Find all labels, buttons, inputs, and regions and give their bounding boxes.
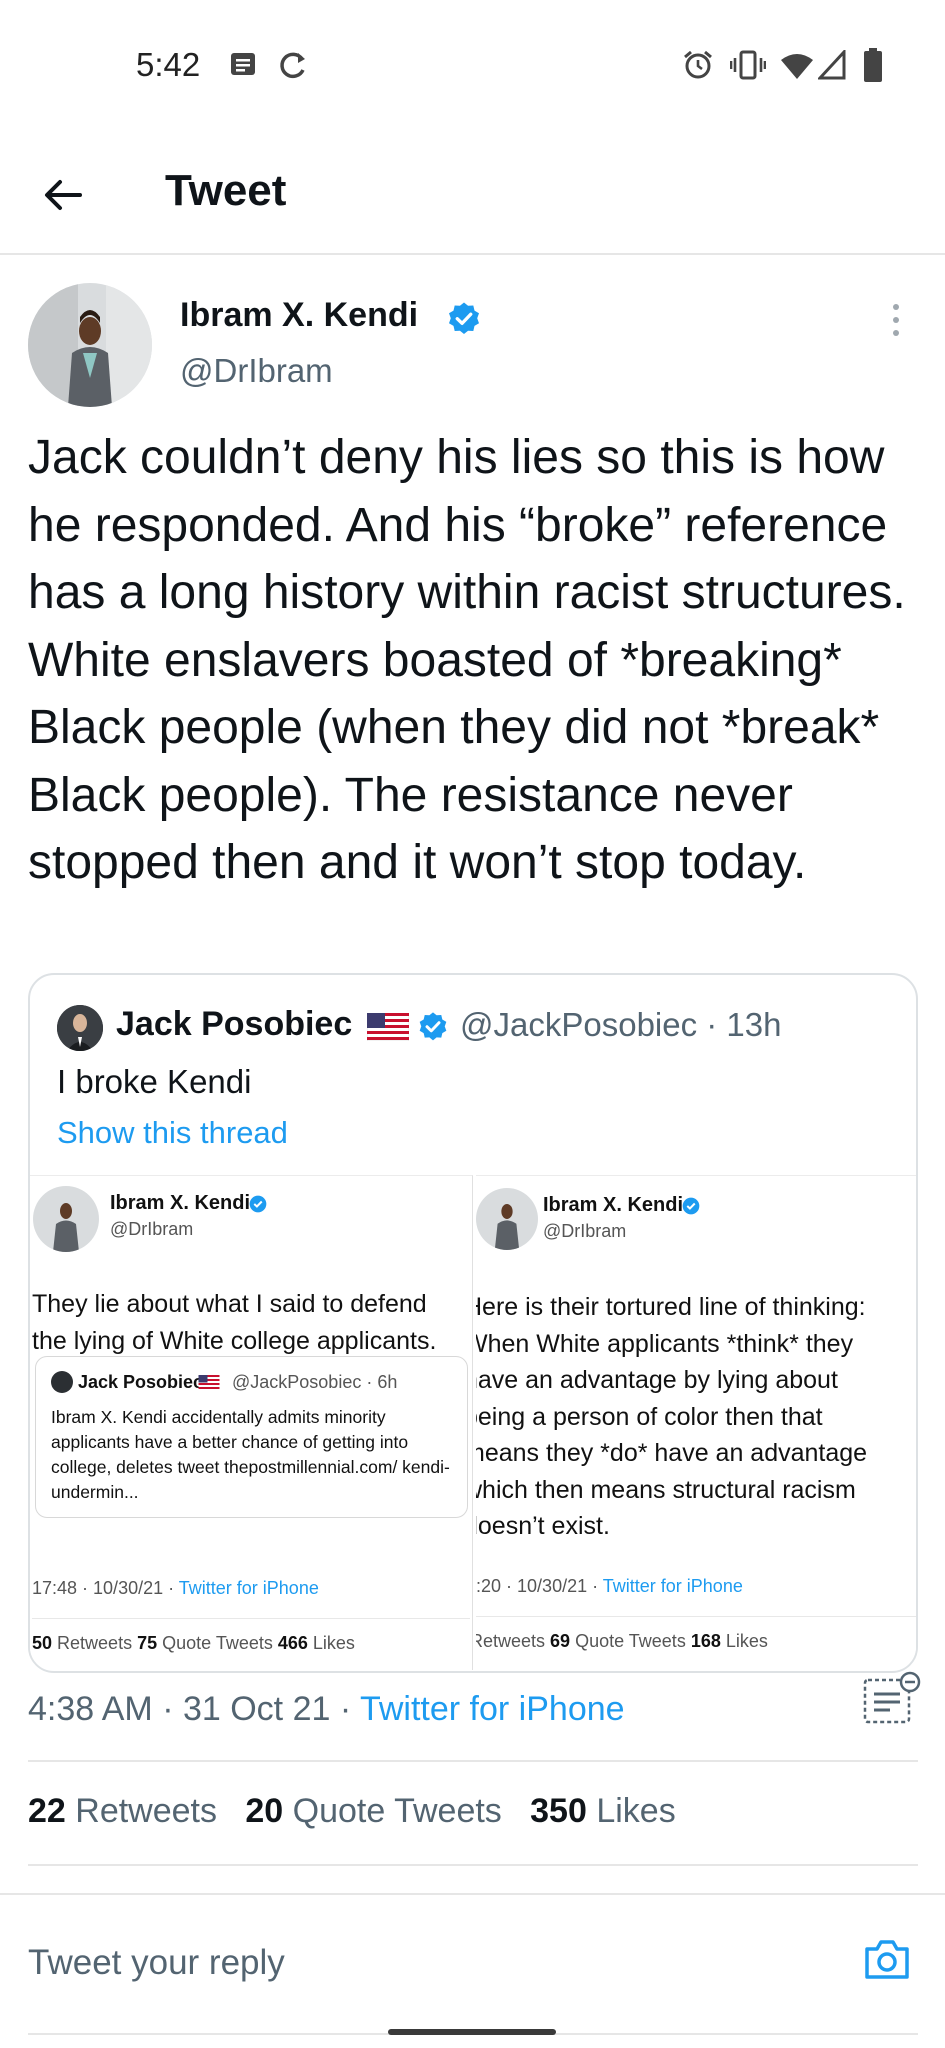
screenshot-author-name: Ibram X. Kendi — [543, 1194, 684, 1216]
screenshot-body-line: When White applicants *think* they — [476, 1329, 854, 1358]
screenshot-body-line: being a person of color then that — [476, 1402, 823, 1431]
screenshot-body-line: doesn’t exist. — [476, 1512, 610, 1540]
timestamp-text: 4:38 AM · 31 Oct 21 · — [28, 1690, 360, 1728]
quoted-author-name: Jack Posobiec — [116, 1005, 353, 1043]
verified-badge-icon — [449, 302, 479, 334]
stat-label: Retweets — [52, 1633, 138, 1653]
wifi-icon — [781, 54, 813, 79]
likes-count[interactable]: 350 Likes — [530, 1792, 676, 1830]
verified-badge-icon — [249, 1195, 267, 1213]
inner-quote-text: Ibram X. Kendi accidentally admits minor… — [51, 1407, 450, 1502]
author-handle[interactable]: @DrIbram — [180, 352, 333, 390]
author-name[interactable]: Ibram X. Kendi — [180, 296, 418, 335]
engagement-stats: 22 Retweets 20 Quote Tweets 350 Likes — [28, 1792, 676, 1831]
inner-quote-name: Jack Posobiec — [78, 1372, 204, 1392]
quoted-image-right[interactable]: Ibram X. Kendi @DrIbram Here is their to… — [476, 1175, 916, 1670]
quoted-handle-time: @JackPosobiec · 13h — [460, 1006, 782, 1043]
screenshot-author-name: Ibram X. Kendi — [110, 1192, 251, 1214]
screenshot-source: Twitter for iPhone — [178, 1578, 319, 1598]
screenshot-avatar — [33, 1186, 99, 1252]
screenshot-time: 8:20 · 10/30/21 · — [476, 1576, 603, 1596]
stat-label: Likes — [307, 1633, 355, 1653]
inner-quote-avatar — [51, 1371, 73, 1393]
stat-count: 168 — [690, 1631, 721, 1651]
tweet-source-link[interactable]: Twitter for iPhone — [360, 1690, 625, 1728]
stat-count: 75 — [137, 1633, 158, 1653]
screenshot-body-line: the lying of White college applicants. — [32, 1326, 437, 1355]
signal-icon — [818, 50, 846, 80]
likes-label: Likes — [586, 1792, 676, 1830]
stat-label: Likes — [720, 1631, 768, 1651]
tweet-text: Jack couldn’t deny his lies so this is h… — [28, 431, 906, 889]
screenshot-body-line: have an advantage by lying about — [476, 1366, 838, 1394]
stat-count: 69 — [550, 1631, 571, 1651]
show-thread-link[interactable]: Show this thread — [57, 1115, 288, 1151]
status-bar: 5:42 — [0, 0, 945, 130]
us-flag-icon — [366, 1012, 410, 1046]
screenshot-stats: 50 Retweets 75 Quote Tweets 466 Likes — [32, 1618, 470, 1654]
verified-badge-icon — [682, 1197, 700, 1215]
reply-input[interactable]: Tweet your reply — [28, 1943, 285, 1983]
reply-bar: Tweet your reply — [0, 1893, 945, 2033]
verified-badge-icon — [419, 1012, 447, 1041]
retweets-count[interactable]: 22 Retweets — [28, 1792, 217, 1830]
inner-quote-handle: @JackPosobiec · 6h — [232, 1372, 398, 1392]
arrow-left-icon[interactable] — [38, 170, 88, 220]
sync-icon — [280, 52, 305, 79]
quoted-text: I broke Kendi — [57, 1063, 252, 1100]
home-indicator[interactable] — [388, 2029, 556, 2035]
screenshot-meta: 17:48 · 10/30/21 · Twitter for iPhone — [32, 1578, 319, 1599]
screenshot-avatar — [476, 1188, 538, 1250]
quote-tweets-number: 20 — [245, 1792, 284, 1830]
screenshot-meta: 8:20 · 10/30/21 · Twitter for iPhone — [476, 1576, 743, 1597]
quote-tweets-label: Quote Tweets — [283, 1792, 502, 1830]
us-flag-icon — [198, 1375, 220, 1394]
divider — [28, 1760, 918, 1762]
quoted-image-left[interactable]: Ibram X. Kendi @DrIbram They lie about w… — [30, 1175, 473, 1670]
vibrate-icon — [730, 50, 766, 80]
stat-count: 466 — [277, 1633, 308, 1653]
screenshot-source: Twitter for iPhone — [602, 1576, 743, 1596]
page-title: Tweet — [165, 166, 287, 215]
screenshot-body: Here is their tortured line of thinking:… — [476, 1289, 867, 1545]
screenshot-handle: @DrIbram — [543, 1221, 627, 1241]
screenshot-handle: @DrIbram — [110, 1219, 194, 1239]
screenshot-body: They lie about what I said to defend the… — [32, 1286, 436, 1359]
screenshot-body-line: They lie about what I said to defend — [32, 1290, 427, 1318]
status-time: 5:42 — [136, 46, 201, 83]
more-options-icon[interactable] — [890, 302, 902, 338]
likes-number: 350 — [530, 1792, 587, 1830]
retweets-label: Retweets — [65, 1792, 218, 1830]
author-avatar[interactable] — [28, 283, 152, 407]
stat-label: Quote Tweets — [157, 1633, 278, 1653]
quoted-avatar — [57, 1005, 103, 1051]
screenshot-time: 17:48 · 10/30/21 · — [32, 1578, 179, 1598]
quote-tweets-count[interactable]: 20 Quote Tweets — [245, 1792, 501, 1830]
retweets-number: 22 — [28, 1792, 66, 1830]
screenshot-inner-quote: Jack Posobiec @JackPosobiec · 6h Ibram X… — [35, 1356, 468, 1518]
screenshot-stats: Retweets 69 Quote Tweets 168 Likes — [476, 1616, 916, 1652]
camera-icon[interactable] — [863, 1937, 911, 1981]
analytics-icon[interactable] — [862, 1670, 922, 1726]
tweet-timestamp: 4:38 AM · 31 Oct 21 · Twitter for iPhone — [28, 1690, 625, 1729]
screenshot-body-line: which then means structural racism — [476, 1475, 856, 1504]
alarm-icon — [684, 50, 712, 79]
stat-count: 50 — [32, 1633, 53, 1653]
battery-icon — [864, 48, 882, 82]
quoted-tweet-card[interactable]: Jack Posobiec @JackPosobiec · 13h I brok… — [28, 973, 918, 1673]
top-app-bar: Tweet — [0, 130, 945, 255]
screenshot-body-line: means they *do* have an advantage — [476, 1439, 868, 1467]
stat-label: Quote Tweets — [570, 1631, 691, 1651]
stat-label: Retweets — [476, 1631, 551, 1651]
screenshot-body-line: Here is their tortured line of thinking: — [476, 1293, 866, 1321]
notes-icon — [231, 53, 255, 75]
divider — [28, 1864, 918, 1866]
